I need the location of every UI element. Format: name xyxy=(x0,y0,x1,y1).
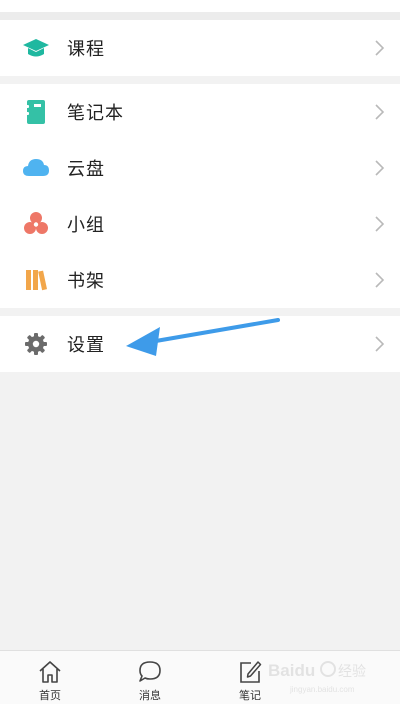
chevron-right-icon xyxy=(375,40,385,56)
graduation-cap-icon xyxy=(22,34,50,62)
tab-messages-label: 消息 xyxy=(139,689,161,702)
menu-item-courses[interactable]: 课程 xyxy=(0,20,400,76)
menu-item-label: 小组 xyxy=(67,215,105,236)
bookshelf-icon xyxy=(22,266,50,294)
watermark-brand: Baidu xyxy=(268,661,315,680)
paw-icon xyxy=(320,661,336,677)
chat-bubble-icon xyxy=(139,661,161,682)
top-divider xyxy=(0,12,400,20)
tab-home[interactable]: 首页 xyxy=(0,651,100,704)
chevron-right-icon xyxy=(375,160,385,176)
menu-item-group[interactable]: 小组 xyxy=(0,196,400,252)
chevron-right-icon xyxy=(375,104,385,120)
cloud-icon xyxy=(22,154,50,182)
tab-messages[interactable]: 消息 xyxy=(100,651,200,704)
top-strip xyxy=(0,0,400,12)
tab-home-label: 首页 xyxy=(39,689,61,702)
menu-item-label: 课程 xyxy=(67,39,105,60)
menu-item-label: 书架 xyxy=(67,271,105,292)
home-icon xyxy=(39,661,61,683)
menu-item-settings[interactable]: 设置 xyxy=(0,316,400,372)
menu-item-bookshelf[interactable]: 书架 xyxy=(0,252,400,308)
menu-section-settings: 设置 xyxy=(0,316,400,372)
watermark-url: jingyan.baidu.com xyxy=(289,685,355,694)
notebook-icon xyxy=(22,98,50,126)
menu-item-label: 设置 xyxy=(67,335,105,356)
menu-item-label: 云盘 xyxy=(67,159,105,180)
menu-item-label: 笔记本 xyxy=(67,103,124,124)
watermark-cn: 经验 xyxy=(338,663,366,679)
gear-icon xyxy=(22,330,50,358)
menu-section-courses: 课程 xyxy=(0,20,400,76)
chevron-right-icon xyxy=(375,272,385,288)
edit-note-icon xyxy=(240,661,262,683)
chevron-right-icon xyxy=(375,216,385,232)
menu-item-cloud-drive[interactable]: 云盘 xyxy=(0,140,400,196)
menu-section-tools: 笔记本 云盘 小组 书架 xyxy=(0,84,400,308)
chevron-right-icon xyxy=(375,336,385,352)
menu-item-notebook[interactable]: 笔记本 xyxy=(0,84,400,140)
baidu-jingyan-watermark: Baidu 经验 jingyan.baidu.com xyxy=(268,661,366,694)
group-icon xyxy=(22,210,50,238)
